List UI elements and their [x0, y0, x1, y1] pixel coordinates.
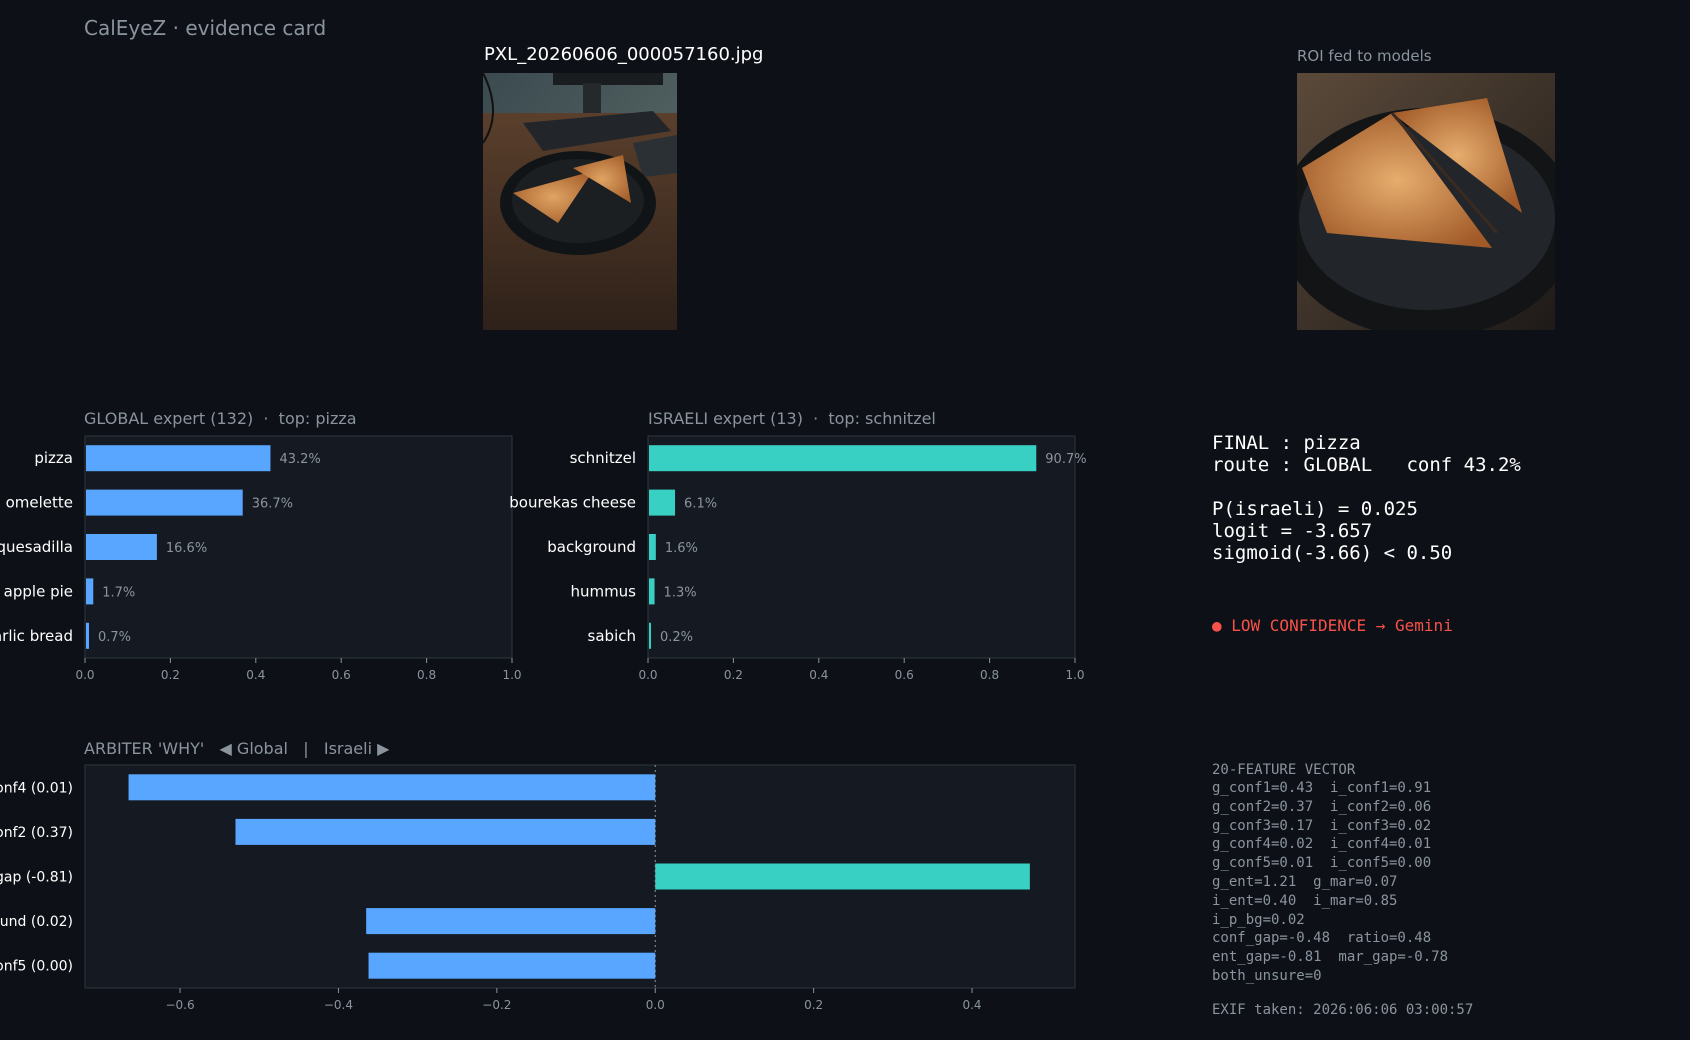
israeli-bar [649, 489, 676, 516]
image-filename: PXL_20260606_000057160.jpg [484, 44, 764, 65]
israeli-value-label: 1.6% [665, 541, 698, 556]
low-confidence-alert: ● LOW CONFIDENCE → Gemini [1212, 616, 1453, 635]
global-tick-label: 0.8 [417, 668, 436, 682]
israeli-tick-label: 0.4 [809, 668, 828, 682]
arbiter-bar [366, 908, 656, 935]
israeli-value-label: 90.7% [1045, 452, 1086, 467]
global-bar [86, 534, 157, 560]
original-photo [483, 73, 677, 330]
arbiter-bar [655, 863, 1030, 890]
arbiter-bar [368, 952, 656, 979]
route-label: route : GLOBAL conf 43.2% [1212, 454, 1521, 476]
arbiter-tick-label: 0.4 [962, 998, 981, 1012]
feature-line: g_conf1=0.43 i_conf1=0.91 [1212, 780, 1432, 796]
global-value-label: 16.6% [166, 541, 207, 556]
feature-line: both_unsure=0 [1212, 968, 1322, 984]
arbiter-category-label: g_conf5 (0.00) [0, 959, 73, 975]
app-title: CalEyeZ · evidence card [84, 16, 327, 40]
p-israeli-label: P(israeli) = 0.025 [1212, 498, 1418, 520]
sigmoid-label: sigmoid(-3.66) < 0.50 [1212, 542, 1453, 564]
arbiter-tick-label: 0.2 [804, 998, 823, 1012]
israeli-category-label: schnitzel [570, 449, 636, 467]
global-tick-label: 0.6 [332, 668, 351, 682]
feature-line: ent_gap=-0.81 mar_gap=-0.78 [1212, 949, 1449, 966]
global-bar [86, 489, 243, 516]
global-category-label: pizza [34, 449, 73, 467]
global-tick-label: 0.4 [246, 668, 265, 682]
feature-line: g_conf2=0.37 i_conf2=0.06 [1212, 798, 1432, 815]
logit-label: logit = -3.657 [1212, 520, 1373, 542]
global-tick-label: 0.0 [75, 668, 94, 682]
israeli-tick-label: 0.6 [895, 668, 914, 682]
roi-label: ROI fed to models [1297, 47, 1432, 65]
israeli-bar [649, 578, 655, 605]
israeli-bar [649, 534, 656, 560]
israeli-chart-title: ISRAELI expert (13) · top: schnitzel [648, 409, 936, 428]
israeli-value-label: 6.1% [684, 497, 717, 512]
israeli-bar [649, 622, 651, 649]
feature-line: g_ent=1.21 g_mar=0.07 [1212, 874, 1398, 890]
israeli-category-label: bourekas cheese [509, 494, 636, 512]
arbiter-category-label: i_conf4 (0.01) [0, 780, 73, 796]
roi-photo-drawing [1297, 73, 1555, 330]
arbiter-tick-label: −0.4 [324, 998, 353, 1012]
arbiter-tick-label: 0.0 [646, 998, 665, 1012]
feature-line: g_conf5=0.01 i_conf5=0.00 [1212, 855, 1432, 872]
feature-line: g_conf4=0.02 i_conf4=0.01 [1212, 836, 1432, 853]
global-expert-chart: pizza 43.2% omelette 36.7% quesadilla 16.6% ap… [0, 435, 522, 682]
arbiter-bar [128, 774, 656, 801]
arbiter-tick-label: −0.2 [482, 998, 511, 1012]
arbiter-chart: i_conf4 (0.01) g_conf2 (0.37) ent_gap (-0.… [0, 764, 1076, 1012]
global-bar [86, 622, 89, 649]
global-tick-label: 0.2 [161, 668, 180, 682]
global-category-label: quesadilla [0, 538, 73, 556]
arbiter-bar [235, 818, 656, 845]
israeli-category-label: background [547, 538, 636, 556]
global-bar [86, 445, 271, 472]
israeli-tick-label: 0.8 [980, 668, 999, 682]
israeli-tick-label: 1.0 [1065, 668, 1084, 682]
global-category-label: garlic bread [0, 627, 73, 645]
arbiter-chart-title: ARBITER 'WHY' ◀ Global | Israeli ▶ [84, 739, 390, 758]
global-value-label: 36.7% [252, 497, 293, 512]
feature-line: g_conf3=0.17 i_conf3=0.02 [1212, 817, 1432, 834]
feature-vector-title: 20-FEATURE VECTOR [1212, 762, 1356, 778]
global-category-label: apple pie [4, 582, 73, 600]
global-value-label: 43.2% [279, 452, 320, 467]
arbiter-category-label: i_p_background (0.02) [0, 914, 73, 930]
original-photo-drawing [483, 73, 677, 330]
global-chart-title: GLOBAL expert (132) · top: pizza [84, 409, 357, 428]
arbiter-category-label: g_conf2 (0.37) [0, 825, 73, 841]
global-category-label: omelette [6, 494, 73, 512]
arbiter-category-label: ent_gap (-0.81) [0, 870, 73, 886]
israeli-tick-label: 0.0 [638, 668, 657, 682]
global-value-label: 1.7% [102, 585, 135, 600]
israeli-value-label: 0.2% [660, 630, 693, 645]
roi-photo [1297, 73, 1555, 330]
global-value-label: 0.7% [98, 630, 131, 645]
israeli-category-label: hummus [570, 582, 636, 600]
global-bar [86, 578, 94, 605]
feature-line: i_p_bg=0.02 [1212, 911, 1305, 928]
final-label: FINAL : pizza [1212, 432, 1361, 454]
israeli-tick-label: 0.2 [724, 668, 743, 682]
feature-line: conf_gap=-0.48 ratio=0.48 [1212, 930, 1432, 947]
israeli-bar [649, 445, 1037, 472]
exif-timestamp: EXIF taken: 2026:06:06 03:00:57 [1212, 1002, 1474, 1018]
feature-line: i_ent=0.40 i_mar=0.85 [1212, 892, 1398, 909]
israeli-expert-chart: schnitzel 90.7% bourekas cheese 6.1% backgro… [509, 435, 1087, 682]
israeli-category-label: sabich [588, 627, 636, 645]
arbiter-tick-label: −0.6 [165, 998, 194, 1012]
israeli-value-label: 1.3% [664, 585, 697, 600]
